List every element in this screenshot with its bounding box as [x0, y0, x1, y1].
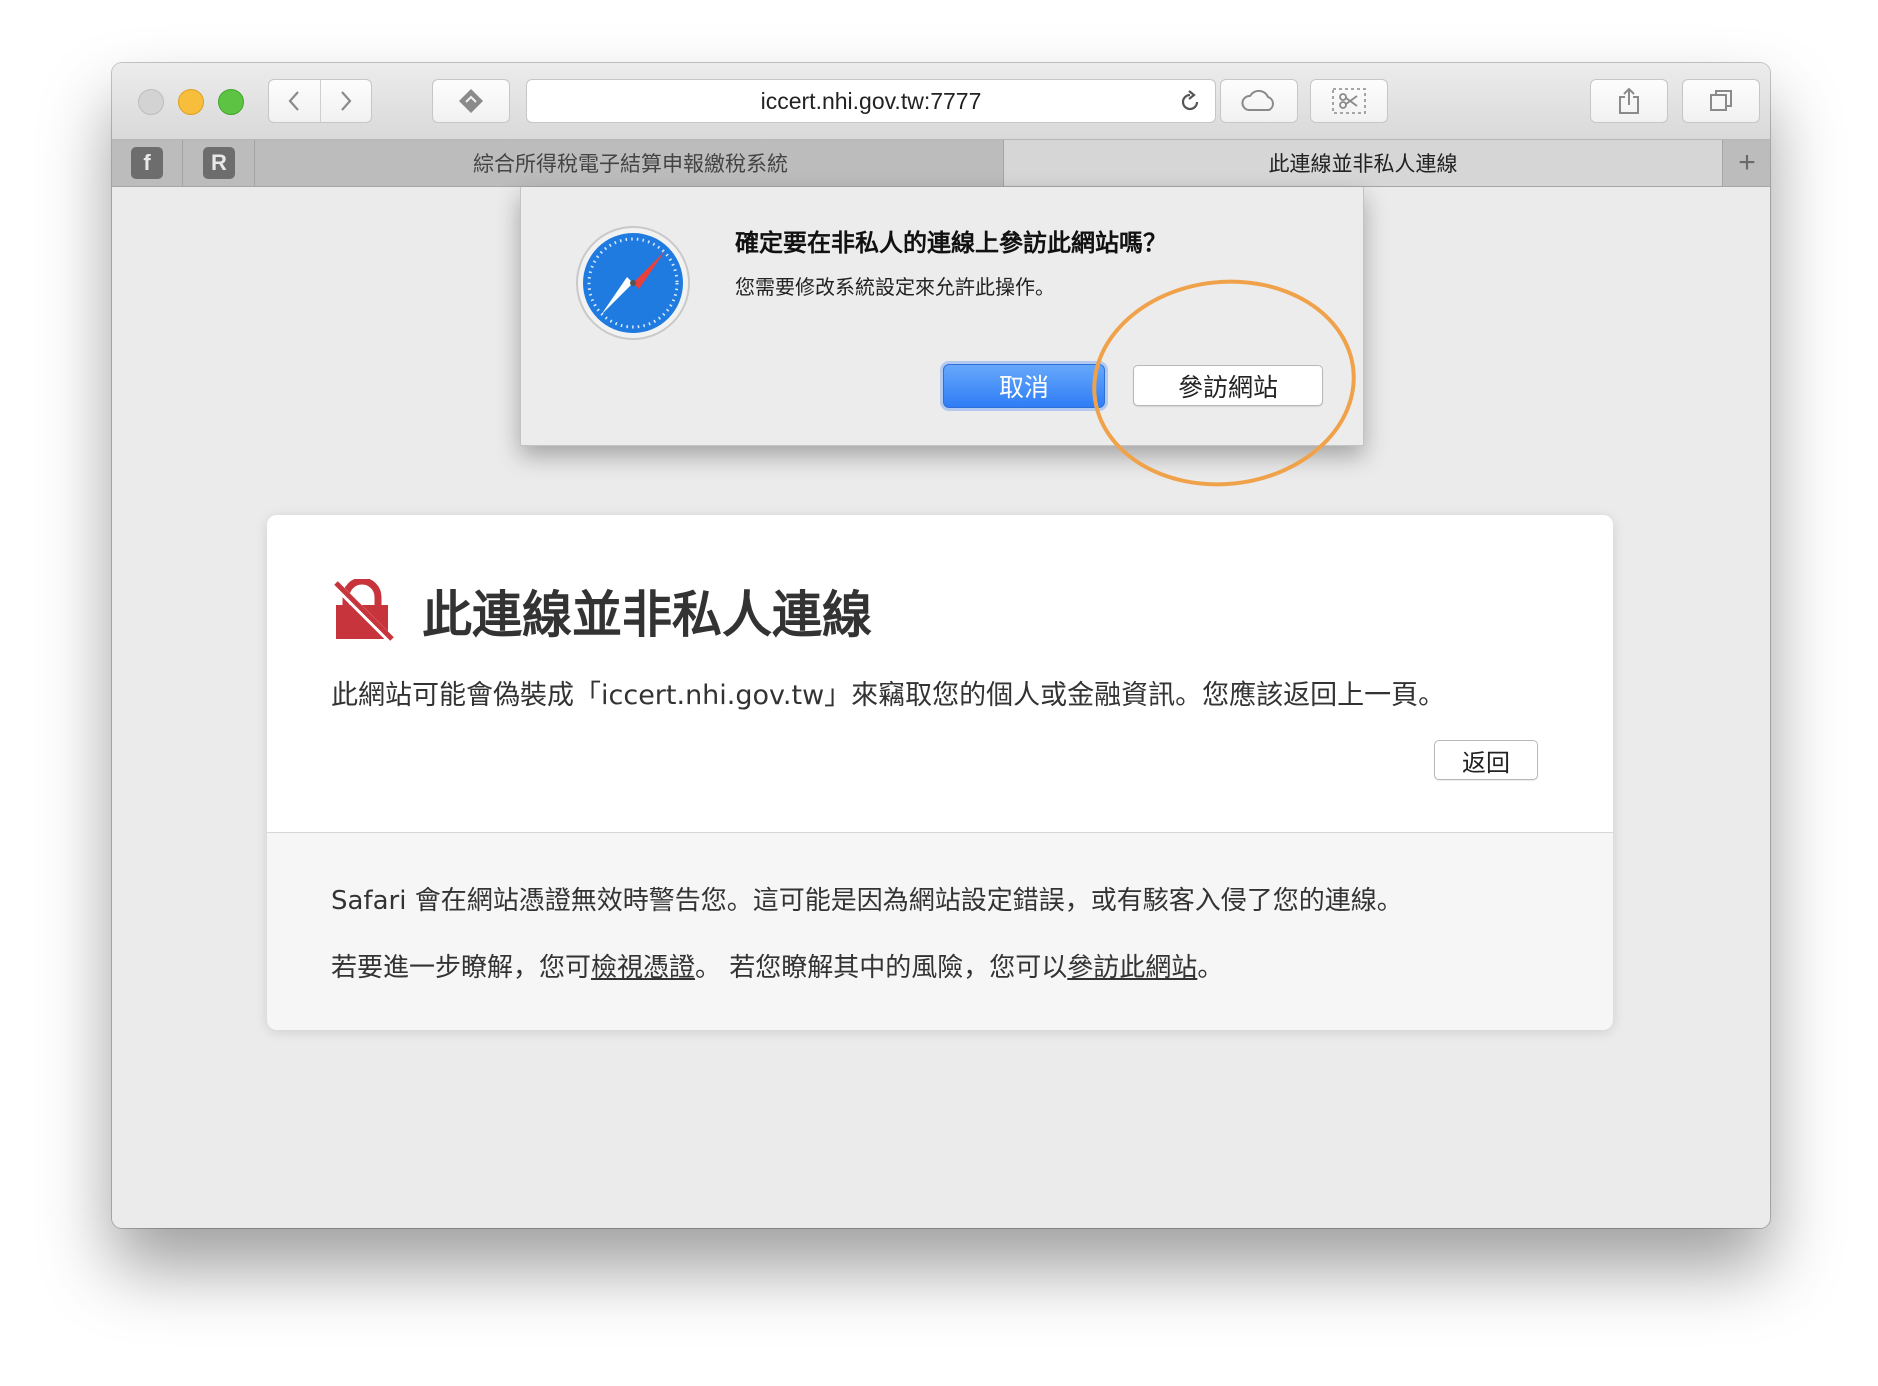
tab-bar: f R 綜合所得稅電子結算申報繳稅系統 此連線並非私人連線 +: [112, 140, 1770, 187]
tab-overview-button[interactable]: [1682, 79, 1760, 123]
scissors-clip-icon: [1332, 88, 1366, 114]
url-text: iccert.nhi.gov.tw:7777: [760, 87, 982, 114]
warning-description: 此網站可能會偽裝成「iccert.nhi.gov.tw」來竊取您的個人或金融資訊…: [331, 680, 1446, 711]
visit-website-link[interactable]: 參訪此網站: [1067, 953, 1197, 983]
safari-compass-icon: [576, 226, 690, 340]
cloud-icon: [1241, 89, 1274, 111]
tabs-overview-icon: [1710, 90, 1732, 111]
nav-buttons: [268, 79, 372, 123]
warning-card: 此連線並非私人連線 此網站可能會偽裝成「iccert.nhi.gov.tw」來竊…: [267, 515, 1613, 1030]
sheet-message: 您需要修改系統設定來允許此操作。: [735, 275, 1055, 299]
share-icon: [1619, 87, 1639, 114]
tab-label: 此連線並非私人連線: [1268, 152, 1458, 176]
browser-window: iccert.nhi.gov.tw:7777 f R 綜合所得稅電子結算申報繳稅…: [112, 63, 1770, 1228]
tab-tax-system[interactable]: 綜合所得稅電子結算申報繳稅系統: [258, 140, 1004, 186]
learn-more-prefix: 若要進一步瞭解，您可: [331, 953, 592, 983]
close-window-button[interactable]: [138, 89, 164, 115]
minimize-window-button[interactable]: [178, 89, 204, 115]
page-content: 此連線並非私人連線 此網站可能會偽裝成「iccert.nhi.gov.tw」來竊…: [112, 187, 1770, 1228]
address-bar[interactable]: iccert.nhi.gov.tw:7777: [526, 79, 1216, 123]
toolbar: iccert.nhi.gov.tw:7777: [112, 63, 1770, 140]
back-nav-button[interactable]: [269, 80, 320, 122]
share-button[interactable]: [1590, 79, 1668, 123]
warning-card-top: 此連線並非私人連線 此網站可能會偽裝成「iccert.nhi.gov.tw」來竊…: [267, 515, 1613, 833]
extension-button[interactable]: [432, 79, 510, 123]
icloud-button[interactable]: [1220, 79, 1298, 123]
clip-button[interactable]: [1310, 79, 1388, 123]
learn-more-suffix: 。: [1197, 953, 1224, 983]
favorite-r[interactable]: R: [184, 140, 255, 186]
sheet-title: 確定要在非私人的連線上參訪此網站嗎？: [735, 229, 1167, 257]
chevron-left-icon: [288, 91, 300, 111]
cancel-button[interactable]: 取消: [943, 364, 1105, 408]
broken-lock-icon: [331, 579, 394, 641]
reload-icon[interactable]: [1177, 89, 1203, 115]
warning-title: 此連線並非私人連線: [422, 586, 872, 644]
favorite-facebook[interactable]: f: [112, 140, 183, 186]
forward-nav-button[interactable]: [319, 80, 372, 122]
tab-label: 綜合所得稅電子結算申報繳稅系統: [473, 152, 788, 176]
safari-info-text: Safari 會在網站憑證無效時警告您。這可能是因為網站設定錯誤，或有駭客入侵了…: [331, 886, 1403, 916]
learn-more-text: 若要進一步瞭解，您可檢視憑證。 若您瞭解其中的風險，您可以參訪此網站。: [331, 947, 1223, 984]
new-tab-button[interactable]: +: [1724, 140, 1770, 186]
chevron-right-icon: [340, 91, 352, 111]
r-bookmark-icon: R: [203, 147, 235, 179]
learn-more-middle: 。 若您瞭解其中的風險，您可以: [695, 953, 1068, 983]
facebook-icon: f: [131, 147, 163, 179]
tab-private-warning[interactable]: 此連線並非私人連線: [1004, 140, 1723, 186]
maximize-window-button[interactable]: [218, 89, 244, 115]
go-back-button[interactable]: 返回: [1434, 740, 1538, 780]
diamond-tag-icon: [459, 89, 483, 113]
view-certificate-link[interactable]: 檢視憑證: [591, 953, 695, 983]
